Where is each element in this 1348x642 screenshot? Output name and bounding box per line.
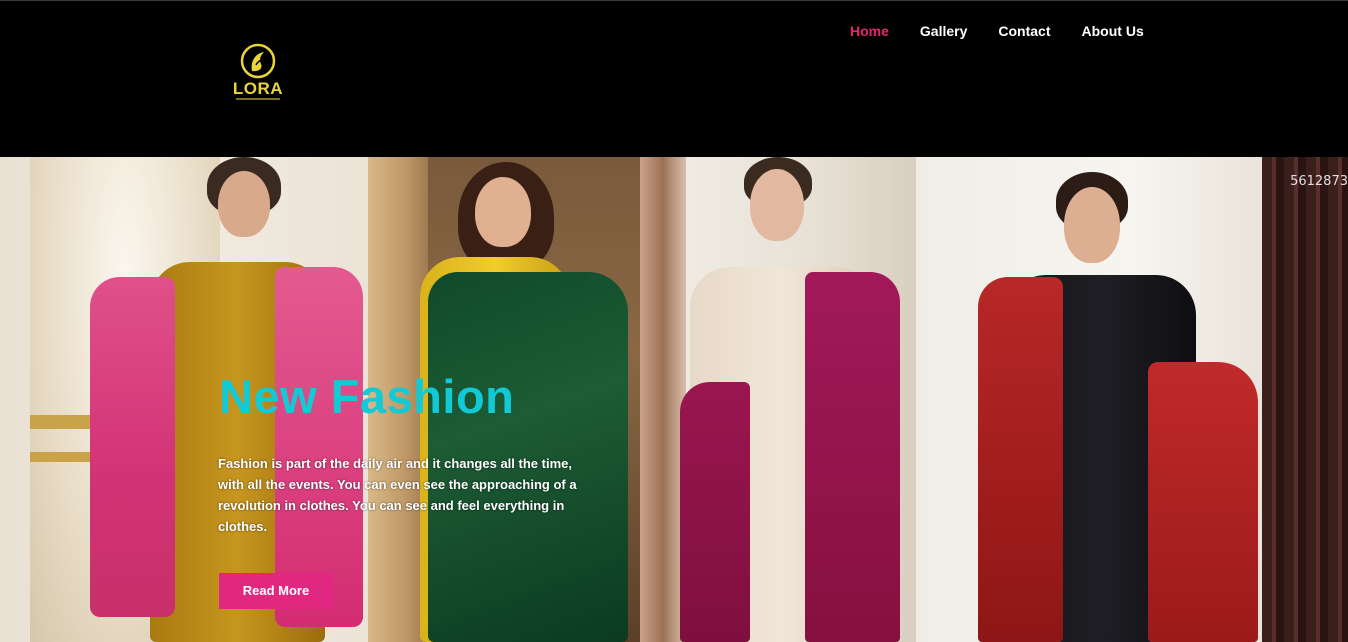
read-more-button[interactable]: Read More — [219, 573, 333, 609]
model-face — [218, 171, 270, 237]
nav-about-us[interactable]: About Us — [1082, 22, 1144, 40]
pink-dupatta — [90, 277, 175, 617]
model-face — [475, 177, 531, 247]
red-dupatta — [978, 277, 1063, 642]
brand-tagline-line — [236, 98, 280, 100]
maroon-dupatta-right — [805, 272, 900, 642]
hero-title: New Fashion — [219, 370, 515, 423]
brand-logo[interactable]: LORA — [232, 43, 284, 105]
lora-logo-icon — [240, 43, 276, 79]
main-nav: Home Gallery Contact About Us — [850, 22, 1175, 40]
model-face — [750, 169, 804, 241]
model-face — [1064, 187, 1120, 263]
carved-door — [1262, 157, 1348, 642]
maroon-dupatta — [680, 382, 750, 642]
hero-banner: 5612873 New Fashion Fashion is part of t… — [0, 157, 1348, 642]
hero-description: Fashion is part of the daily air and it … — [218, 456, 577, 534]
nav-home[interactable]: Home — [850, 22, 889, 40]
brand-name: LORA — [232, 79, 284, 98]
red-dupatta-right — [1148, 362, 1258, 642]
image-code-text: 5612873 — [1290, 174, 1348, 189]
nav-gallery[interactable]: Gallery — [920, 22, 967, 40]
hero-image-panel-4: 5612873 — [916, 157, 1348, 642]
nav-contact[interactable]: Contact — [998, 22, 1050, 40]
site-header: LORA Home Gallery Contact About Us — [0, 0, 1348, 157]
hero-image-panel-3 — [640, 157, 916, 642]
